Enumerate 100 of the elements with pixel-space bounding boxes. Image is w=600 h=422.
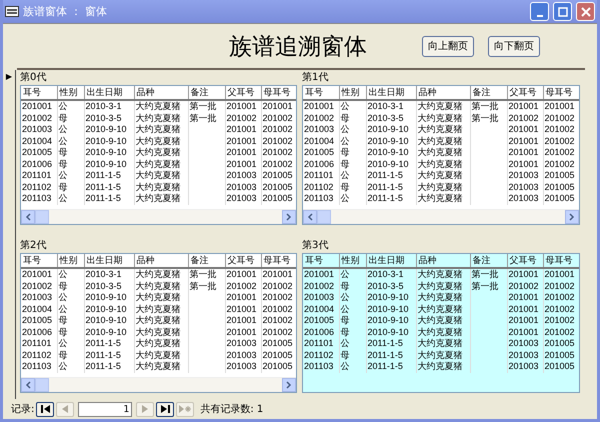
table-cell: 201001 — [507, 136, 543, 147]
page-button[interactable]: 向下翻页 — [488, 36, 540, 56]
table-cell: 2011-1-5 — [84, 338, 134, 350]
column-header[interactable]: 出生日期 — [84, 86, 134, 100]
table-cell: 2010-3-1 — [84, 268, 134, 280]
column-header[interactable]: 备注 — [470, 86, 507, 100]
column-header[interactable]: 耳号 — [303, 254, 339, 268]
column-header[interactable]: 品种 — [134, 86, 188, 100]
table-cell: 2010-9-10 — [366, 136, 416, 147]
record-nav-button[interactable] — [156, 402, 174, 416]
table-cell: 母 — [339, 315, 366, 326]
column-header[interactable]: 母耳号 — [261, 254, 296, 268]
table-cell: 201001 — [261, 268, 296, 280]
column-header[interactable]: 品种 — [134, 254, 188, 268]
scroll-right-icon[interactable] — [569, 213, 575, 221]
table-cell: 2010-3-5 — [84, 280, 134, 292]
column-header[interactable]: 耳号 — [21, 254, 57, 268]
table-cell: 201001 — [225, 136, 261, 147]
scroll-thumb[interactable] — [317, 210, 331, 224]
table-cell: 公 — [57, 124, 84, 136]
column-header[interactable]: 性别 — [57, 254, 84, 268]
table-cell: 母 — [57, 182, 84, 193]
table-cell: 201002 — [261, 112, 296, 124]
table-cell: 201001 — [261, 100, 296, 112]
form-icon — [5, 6, 19, 17]
table-cell: 201001 — [225, 326, 261, 338]
scroll-thumb[interactable] — [35, 210, 49, 224]
column-header[interactable]: 父耳号 — [225, 86, 261, 100]
table-cell: 201102 — [303, 350, 339, 361]
column-header[interactable]: 备注 — [188, 254, 225, 268]
record-number-field[interactable]: 1 — [78, 402, 132, 416]
table-cell: 201002 — [543, 112, 579, 124]
column-header[interactable]: 耳号 — [21, 86, 57, 100]
table-cell: 第一批 — [188, 112, 225, 124]
table-cell: 201001 — [225, 124, 261, 136]
table-cell: 大约克夏猪 — [134, 338, 188, 350]
last-record-icon — [160, 405, 170, 413]
scroll-left-icon[interactable] — [25, 381, 31, 389]
horizontal-scrollbar[interactable] — [303, 209, 579, 224]
table-cell: 201006 — [21, 158, 57, 170]
table-cell: 大约克夏猪 — [134, 315, 188, 326]
table-cell: 公 — [57, 338, 84, 350]
table-cell: 201005 — [261, 193, 296, 204]
table-cell: 201001 — [225, 292, 261, 304]
table-cell: 公 — [57, 268, 84, 280]
table-cell: 公 — [57, 361, 84, 372]
horizontal-scrollbar[interactable] — [21, 377, 296, 392]
column-header[interactable]: 母耳号 — [543, 254, 579, 268]
table-cell: 201005 — [303, 147, 339, 158]
minimize-button[interactable] — [530, 2, 549, 21]
table-cell: 201005 — [261, 170, 296, 182]
table-cell: 201002 — [225, 280, 261, 292]
table-cell: 201002 — [303, 112, 339, 124]
table-cell: 2011-1-5 — [84, 350, 134, 361]
scroll-right-icon[interactable] — [286, 381, 292, 389]
horizontal-scrollbar[interactable] — [21, 209, 296, 224]
new-record-icon — [179, 405, 192, 413]
table-cell: 201102 — [303, 182, 339, 193]
scroll-left-icon[interactable] — [307, 213, 313, 221]
table-cell: 201001 — [21, 100, 57, 112]
record-selector[interactable]: ▶ — [6, 71, 12, 82]
column-header[interactable]: 品种 — [416, 86, 470, 100]
column-header[interactable]: 父耳号 — [507, 86, 543, 100]
column-header[interactable]: 备注 — [188, 86, 225, 100]
column-header[interactable]: 出生日期 — [366, 254, 416, 268]
page-button[interactable]: 向上翻页 — [422, 36, 474, 56]
column-header[interactable]: 备注 — [470, 254, 507, 268]
column-header[interactable]: 出生日期 — [366, 86, 416, 100]
column-header[interactable]: 父耳号 — [507, 254, 543, 268]
column-header[interactable]: 母耳号 — [261, 86, 296, 100]
table-cell: 公 — [57, 170, 84, 182]
column-header[interactable]: 性别 — [57, 86, 84, 100]
table-cell: 大约克夏猪 — [134, 124, 188, 136]
maximize-button[interactable] — [553, 2, 572, 21]
table-cell: 201002 — [543, 124, 579, 136]
table-cell: 201001 — [21, 268, 57, 280]
table-cell: 201003 — [507, 361, 543, 372]
column-header[interactable]: 品种 — [416, 254, 470, 268]
column-header[interactable]: 出生日期 — [84, 254, 134, 268]
table-cell: 第一批 — [470, 280, 507, 292]
record-nav-button[interactable] — [36, 402, 54, 416]
table-cell: 201103 — [21, 193, 57, 204]
scroll-left-icon[interactable] — [25, 213, 31, 221]
scroll-right-icon[interactable] — [286, 213, 292, 221]
column-header[interactable]: 耳号 — [303, 86, 339, 100]
table-cell: 公 — [339, 136, 366, 147]
scroll-thumb[interactable] — [35, 378, 49, 392]
table-cell: 大约克夏猪 — [416, 136, 470, 147]
column-header[interactable]: 父耳号 — [225, 254, 261, 268]
table-cell: 201003 — [507, 170, 543, 182]
close-button[interactable] — [576, 2, 595, 21]
table-cell: 公 — [339, 338, 366, 350]
column-header[interactable]: 母耳号 — [543, 86, 579, 100]
table-cell: 201003 — [225, 350, 261, 361]
column-header[interactable]: 性别 — [339, 86, 366, 100]
table-cell: 母 — [339, 326, 366, 338]
table-cell: 2010-9-10 — [366, 147, 416, 158]
column-header[interactable]: 性别 — [339, 254, 366, 268]
table-cell: 201005 — [543, 361, 579, 372]
previous-record-icon — [62, 405, 68, 413]
